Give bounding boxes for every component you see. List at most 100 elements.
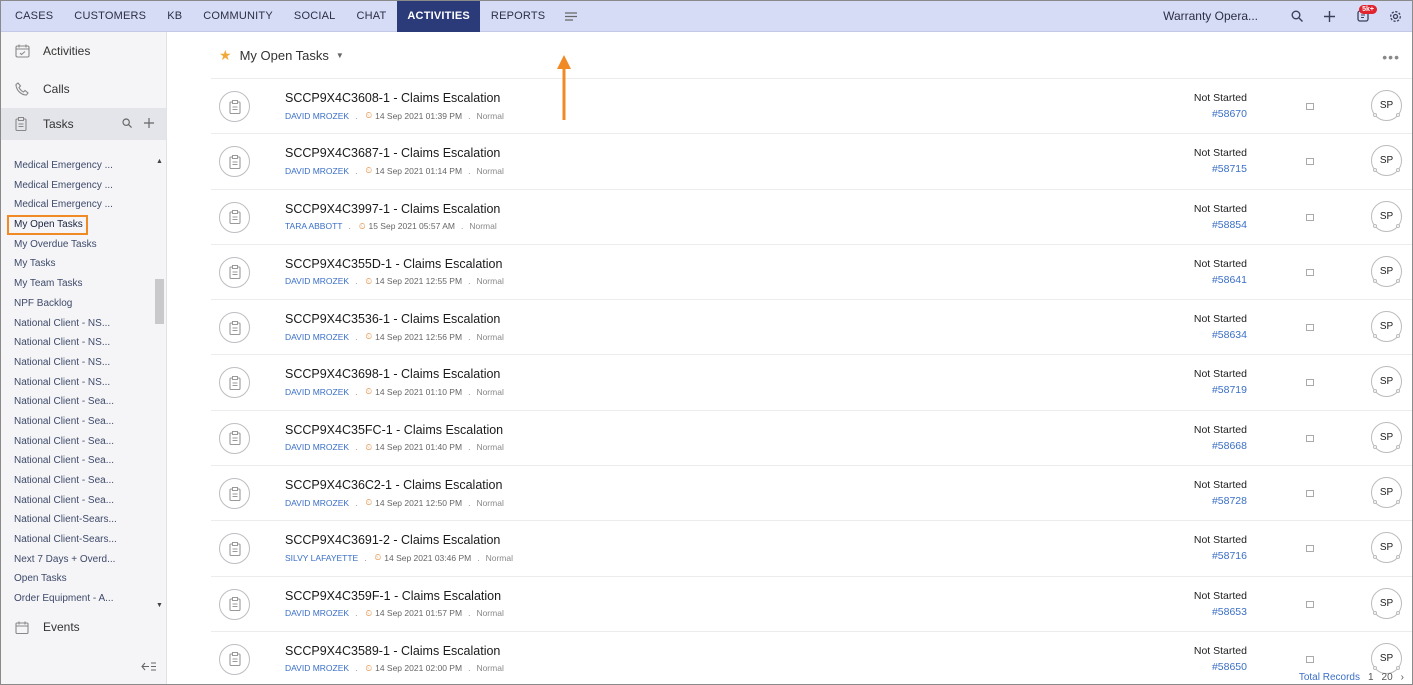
scroll-down-icon[interactable]: ▼ bbox=[156, 602, 163, 609]
view-item[interactable]: Open Tasks bbox=[1, 569, 153, 589]
comment-icon[interactable] bbox=[1306, 600, 1314, 608]
scroll-up-icon[interactable]: ▲ bbox=[156, 158, 163, 165]
comment-icon[interactable] bbox=[1306, 379, 1314, 387]
task-status[interactable]: Not Started bbox=[1194, 258, 1247, 270]
view-item[interactable]: National Client - NS... bbox=[1, 373, 153, 393]
sidebar-item-tasks[interactable]: Tasks bbox=[1, 108, 166, 140]
owner-avatar[interactable]: SP bbox=[1371, 477, 1402, 509]
task-row[interactable]: SCCP9X4C3691-2 - Claims Escalation SILVY … bbox=[211, 520, 1412, 575]
more-options-icon[interactable]: ••• bbox=[1382, 49, 1400, 65]
page-size[interactable]: 20 bbox=[1382, 672, 1393, 683]
more-modules-icon[interactable] bbox=[556, 11, 586, 21]
comment-icon[interactable] bbox=[1306, 158, 1314, 166]
ticket-link[interactable]: #58715 bbox=[1212, 163, 1247, 175]
task-contact[interactable]: TARA ABBOTT bbox=[285, 221, 342, 231]
task-contact[interactable]: DAVID MROZEK bbox=[285, 663, 349, 673]
ticket-link[interactable]: #58728 bbox=[1212, 495, 1247, 507]
owner-avatar[interactable]: SP bbox=[1371, 145, 1402, 177]
page-number[interactable]: 1 bbox=[1368, 672, 1374, 683]
view-item[interactable]: Medical Emergency ... bbox=[1, 195, 153, 215]
view-item[interactable]: My Team Tasks bbox=[1, 274, 153, 294]
task-row[interactable]: SCCP9X4C3536-1 - Claims Escalation DAVID … bbox=[211, 299, 1412, 354]
task-contact[interactable]: DAVID MROZEK bbox=[285, 166, 349, 176]
tab-activities[interactable]: ACTIVITIES bbox=[396, 0, 481, 32]
view-selector[interactable]: ★ My Open Tasks ▼ bbox=[219, 47, 344, 64]
sidebar-item-activities[interactable]: Activities bbox=[1, 32, 166, 70]
ticket-link[interactable]: #58854 bbox=[1212, 219, 1247, 231]
task-status[interactable]: Not Started bbox=[1194, 147, 1247, 159]
view-item[interactable]: National Client - Sea... bbox=[1, 471, 153, 491]
task-row[interactable]: SCCP9X4C3608-1 - Claims Escalation DAVID … bbox=[211, 78, 1412, 133]
task-status[interactable]: Not Started bbox=[1194, 368, 1247, 380]
task-contact[interactable]: DAVID MROZEK bbox=[285, 387, 349, 397]
owner-avatar[interactable]: SP bbox=[1371, 587, 1402, 619]
view-item[interactable]: National Client - NS... bbox=[1, 333, 153, 353]
view-item[interactable]: Next 7 Days + Overd... bbox=[1, 550, 153, 570]
ticket-link[interactable]: #58668 bbox=[1212, 440, 1247, 452]
task-title[interactable]: SCCP9X4C3698-1 - Claims Escalation bbox=[285, 367, 500, 381]
ticket-link[interactable]: #58653 bbox=[1212, 606, 1247, 618]
task-contact[interactable]: DAVID MROZEK bbox=[285, 276, 349, 286]
task-contact[interactable]: SILVY LAFAYETTE bbox=[285, 553, 358, 563]
view-item[interactable]: National Client - Sea... bbox=[1, 392, 153, 412]
comment-icon[interactable] bbox=[1306, 434, 1314, 442]
total-records-link[interactable]: Total Records bbox=[1299, 672, 1360, 683]
settings-gear-icon[interactable] bbox=[1379, 10, 1412, 23]
comment-icon[interactable] bbox=[1306, 490, 1314, 498]
ticket-link[interactable]: #58716 bbox=[1212, 550, 1247, 562]
task-contact[interactable]: DAVID MROZEK bbox=[285, 111, 349, 121]
collapse-sidebar-icon[interactable] bbox=[141, 660, 156, 674]
owner-avatar[interactable]: SP bbox=[1371, 421, 1402, 453]
tab-community[interactable]: COMMUNITY bbox=[193, 1, 284, 32]
task-row[interactable]: SCCP9X4C35FC-1 - Claims Escalation DAVID … bbox=[211, 409, 1412, 465]
comment-icon[interactable] bbox=[1306, 324, 1314, 332]
owner-avatar[interactable]: SP bbox=[1371, 642, 1402, 674]
task-status[interactable]: Not Started bbox=[1194, 479, 1247, 491]
owner-avatar[interactable]: SP bbox=[1371, 255, 1402, 287]
task-title[interactable]: SCCP9X4C3589-1 - Claims Escalation bbox=[285, 644, 500, 658]
task-contact[interactable]: DAVID MROZEK bbox=[285, 608, 349, 618]
department-selector[interactable]: Warranty Opera... bbox=[1163, 9, 1258, 23]
task-status[interactable]: Not Started bbox=[1194, 424, 1247, 436]
view-item[interactable]: Medical Emergency ... bbox=[1, 156, 153, 176]
next-page-icon[interactable]: › bbox=[1401, 672, 1404, 683]
task-contact[interactable]: DAVID MROZEK bbox=[285, 332, 349, 342]
task-row[interactable]: SCCP9X4C36C2-1 - Claims Escalation DAVID … bbox=[211, 465, 1412, 520]
views-scrollbar[interactable]: ▲ ▼ bbox=[154, 156, 164, 611]
owner-avatar[interactable]: SP bbox=[1371, 200, 1402, 232]
task-title[interactable]: SCCP9X4C3997-1 - Claims Escalation bbox=[285, 202, 500, 216]
task-status[interactable]: Not Started bbox=[1194, 534, 1247, 546]
task-title[interactable]: SCCP9X4C355D-1 - Claims Escalation bbox=[285, 257, 502, 271]
view-item[interactable]: National Client - Sea... bbox=[1, 451, 153, 471]
task-title[interactable]: SCCP9X4C3536-1 - Claims Escalation bbox=[285, 312, 500, 326]
view-item[interactable]: NPF Backlog bbox=[1, 294, 153, 314]
owner-avatar[interactable]: SP bbox=[1371, 90, 1402, 121]
task-title[interactable]: SCCP9X4C35FC-1 - Claims Escalation bbox=[285, 423, 503, 437]
ticket-link[interactable]: #58670 bbox=[1212, 108, 1247, 120]
owner-avatar[interactable]: SP bbox=[1371, 532, 1402, 564]
task-title[interactable]: SCCP9X4C3687-1 - Claims Escalation bbox=[285, 146, 500, 160]
add-view-icon[interactable] bbox=[144, 117, 154, 131]
comment-icon[interactable] bbox=[1306, 213, 1314, 221]
sidebar-item-calls[interactable]: Calls bbox=[1, 70, 166, 108]
tab-chat[interactable]: CHAT bbox=[346, 1, 397, 32]
view-item[interactable]: Medical Emergency ... bbox=[1, 176, 153, 196]
scrollbar-thumb[interactable] bbox=[155, 279, 164, 324]
chevron-down-icon[interactable]: ▼ bbox=[336, 51, 344, 60]
task-title[interactable]: SCCP9X4C359F-1 - Claims Escalation bbox=[285, 589, 501, 603]
sidebar-item-events[interactable]: Events bbox=[1, 610, 167, 644]
comment-icon[interactable] bbox=[1306, 103, 1314, 110]
view-item[interactable]: Order Equipment - A... bbox=[1, 589, 153, 609]
add-icon[interactable] bbox=[1313, 10, 1346, 22]
view-item[interactable]: National Client - Sea... bbox=[1, 491, 153, 511]
task-status[interactable]: Not Started bbox=[1194, 313, 1247, 325]
view-item-selected[interactable]: My Open Tasks bbox=[7, 215, 88, 235]
tab-social[interactable]: SOCIAL bbox=[283, 1, 346, 32]
task-row[interactable]: SCCP9X4C3997-1 - Claims Escalation TARA A… bbox=[211, 188, 1412, 244]
view-item[interactable]: National Client - Sea... bbox=[1, 432, 153, 452]
view-item[interactable]: My Tasks bbox=[1, 254, 153, 274]
task-row[interactable]: SCCP9X4C3687-1 - Claims Escalation DAVID … bbox=[211, 133, 1412, 188]
search-icon[interactable] bbox=[1280, 10, 1313, 22]
tab-kb[interactable]: KB bbox=[157, 1, 193, 32]
search-views-icon[interactable] bbox=[122, 117, 132, 131]
